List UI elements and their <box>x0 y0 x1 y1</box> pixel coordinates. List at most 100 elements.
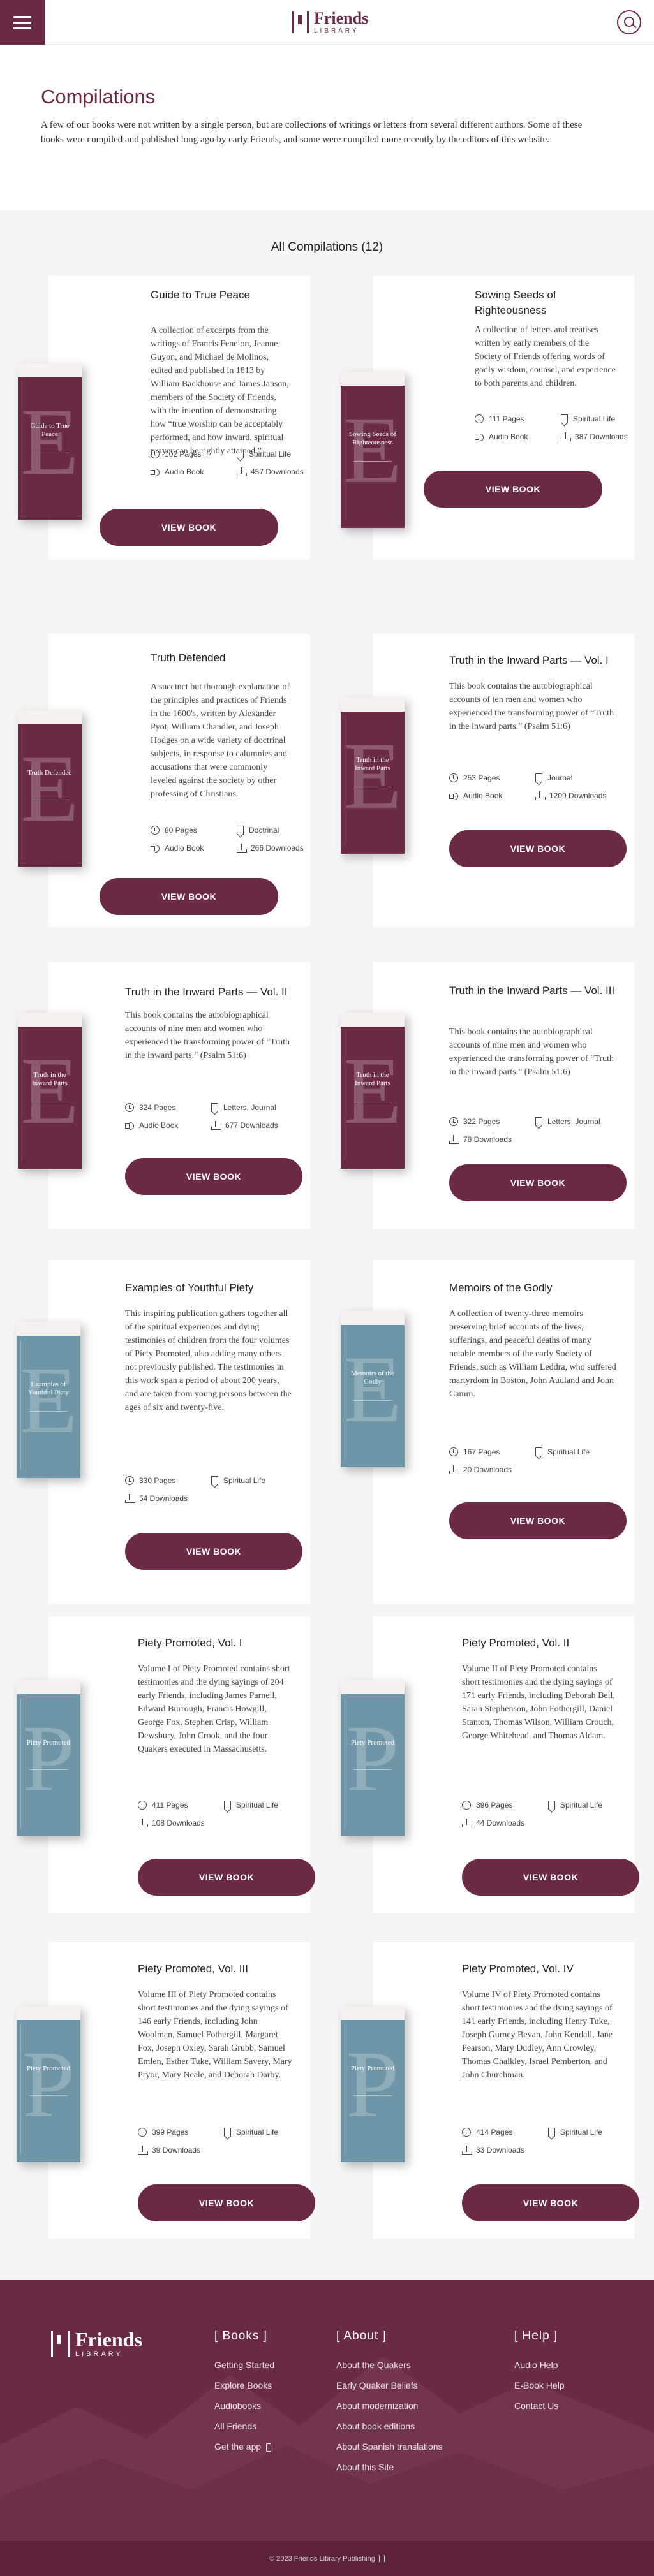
book-title[interactable]: Truth in the Inward Parts — Vol. I <box>449 653 616 668</box>
book-cover[interactable]: E Sowing Seeds of Righteousness <box>341 372 405 528</box>
book-card: E Memoirs of the Godly Memoirs of the Go… <box>341 1260 634 1604</box>
footer-link-contact[interactable]: Contact Us <box>514 2396 565 2416</box>
footer-link-audio-help[interactable]: Audio Help <box>514 2355 565 2375</box>
book-meta: 324 Pages Letters, Journal Audio Book 67… <box>125 1101 301 1132</box>
book-card: E Examples of Youthful Piety Examples of… <box>17 1260 310 1604</box>
page-count: 414 Pages <box>476 2128 513 2137</box>
book-cover[interactable]: P Piety Promoted <box>341 2006 405 2162</box>
book-cover[interactable]: E Memoirs of the Godly <box>341 1311 405 1467</box>
bookmark-icon <box>237 450 244 458</box>
book-meta: 322 Pages Letters, Journal 78 Downloads <box>449 1115 625 1146</box>
book-title[interactable]: Memoirs of the Godly <box>449 1280 616 1296</box>
page-count: 80 Pages <box>165 826 197 835</box>
book-meta: 167 Pages Spiritual Life 20 Downloads <box>449 1445 625 1477</box>
view-book-button[interactable]: VIEW BOOK <box>100 878 278 915</box>
footer-link-book-editions[interactable]: About book editions <box>336 2416 443 2436</box>
book-title[interactable]: Sowing Seeds of Righteousness <box>475 288 616 318</box>
book-cover[interactable]: E Truth in the Inward Parts <box>341 1013 405 1169</box>
footer-link-explore-books[interactable]: Explore Books <box>214 2375 274 2396</box>
view-book-button[interactable]: VIEW BOOK <box>449 1164 627 1201</box>
speaker-icon <box>151 844 160 853</box>
download-count: 108 Downloads <box>152 1819 205 1827</box>
bookmark-icon <box>535 1447 542 1456</box>
download-count: 44 Downloads <box>476 1819 525 1827</box>
cover-title: Sowing Seeds of Righteousness <box>349 430 396 446</box>
clock-icon <box>125 1103 134 1112</box>
cover-title: Piety Promoted <box>350 2065 395 2072</box>
book-cover[interactable]: P Piety Promoted <box>17 1680 80 1836</box>
view-book-button[interactable]: VIEW BOOK <box>100 509 278 546</box>
bookmark-icon <box>211 1476 218 1485</box>
footer-logo[interactable]: Friends LIBRARY <box>51 2329 142 2358</box>
download-count: 78 Downloads <box>463 1135 512 1144</box>
view-book-button[interactable]: VIEW BOOK <box>138 2184 315 2221</box>
footer-link-modernization[interactable]: About modernization <box>336 2396 443 2416</box>
cover-letter: P <box>346 1706 399 1811</box>
download-icon <box>211 1121 221 1130</box>
clock-icon <box>462 1801 471 1810</box>
search-button[interactable] <box>617 10 641 34</box>
book-cover[interactable]: E Examples of Youthful Piety <box>17 1322 80 1478</box>
genre: Spiritual Life <box>573 414 616 423</box>
footer-link-ebook-help[interactable]: E-Book Help <box>514 2375 565 2396</box>
cover-title: Piety Promoted <box>350 1739 395 1746</box>
clock-icon <box>125 1476 134 1485</box>
view-book-button[interactable]: VIEW BOOK <box>462 1859 639 1896</box>
download-count: 677 Downloads <box>225 1121 278 1130</box>
cover-letter: E <box>20 736 79 842</box>
footer-link-getting-started[interactable]: Getting Started <box>214 2355 274 2375</box>
clock-icon <box>449 1117 458 1126</box>
view-book-button[interactable]: VIEW BOOK <box>449 830 627 867</box>
footer-link-about-site[interactable]: About this Site <box>336 2457 443 2477</box>
audio-label: Audio Book <box>139 1121 179 1130</box>
clock-icon <box>138 2128 147 2137</box>
book-title[interactable]: Piety Promoted, Vol. IV <box>462 1961 616 1977</box>
book-cover[interactable]: E Truth in the Inward Parts <box>18 1013 82 1169</box>
view-book-button[interactable]: VIEW BOOK <box>125 1533 302 1570</box>
footer-link-get-app[interactable]: Get the app <box>214 2436 274 2457</box>
cover-title: Piety Promoted <box>26 1739 71 1746</box>
menu-button[interactable] <box>0 0 45 45</box>
book-title[interactable]: Truth in the Inward Parts — Vol. III <box>449 983 616 999</box>
book-cover[interactable]: E Guide to True Peace <box>18 363 82 520</box>
book-title[interactable]: Guide to True Peace <box>151 288 292 303</box>
book-title[interactable]: Piety Promoted, Vol. II <box>462 1636 616 1651</box>
cover-letter: E <box>343 397 402 503</box>
genre: Letters, Journal <box>223 1103 276 1112</box>
book-description: Volume II of Piety Promoted contains sho… <box>462 1664 615 1741</box>
copyright-bar: © 2023 Friends Library Publishing <box>0 2541 654 2576</box>
download-icon <box>561 432 571 441</box>
page-count: 324 Pages <box>139 1103 176 1112</box>
book-title[interactable]: Examples of Youthful Piety <box>125 1280 292 1296</box>
book-title[interactable]: Truth Defended <box>151 650 292 666</box>
page-count: 322 Pages <box>463 1117 500 1126</box>
book-cover[interactable]: P Piety Promoted <box>17 2006 80 2162</box>
footer-link-spanish[interactable]: About Spanish translations <box>336 2436 443 2457</box>
view-book-button[interactable]: VIEW BOOK <box>462 2184 639 2221</box>
site-logo[interactable]: Friends LIBRARY <box>292 8 368 37</box>
book-cover[interactable]: E Truth in the Inward Parts <box>341 698 405 854</box>
book-title[interactable]: Truth in the Inward Parts — Vol. II <box>125 984 292 1000</box>
book-meta: 411 Pages Spiritual Life 108 Downloads <box>138 1798 313 1830</box>
cover-title: Examples of Youthful Piety <box>28 1380 69 1396</box>
book-cover[interactable]: P Piety Promoted <box>341 1680 405 1836</box>
view-book-button[interactable]: VIEW BOOK <box>424 471 602 508</box>
page-count: 111 Pages <box>489 414 524 423</box>
logo-bracket-icon <box>51 2331 70 2357</box>
book-description: A collection of twenty-three memoirs pre… <box>449 1309 616 1399</box>
footer-link-about-quakers[interactable]: About the Quakers <box>336 2355 443 2375</box>
book-cover[interactable]: E Truth Defended <box>18 710 82 867</box>
view-book-button[interactable]: VIEW BOOK <box>449 1502 627 1539</box>
book-title[interactable]: Piety Promoted, Vol. I <box>138 1636 292 1651</box>
download-count: 39 Downloads <box>152 2146 201 2155</box>
footer-link-audiobooks[interactable]: Audiobooks <box>214 2396 274 2416</box>
view-book-button[interactable]: VIEW BOOK <box>125 1158 302 1195</box>
compilations-count: All Compilations (12) <box>271 240 383 254</box>
footer-logo-name: Friends <box>75 2328 142 2351</box>
footer-link-all-friends[interactable]: All Friends <box>214 2416 274 2436</box>
book-title[interactable]: Piety Promoted, Vol. III <box>138 1961 292 1977</box>
cover-letter: P <box>22 2031 75 2137</box>
genre: Spiritual Life <box>560 1801 603 1810</box>
footer-link-early-beliefs[interactable]: Early Quaker Beliefs <box>336 2375 443 2396</box>
view-book-button[interactable]: VIEW BOOK <box>138 1859 315 1896</box>
